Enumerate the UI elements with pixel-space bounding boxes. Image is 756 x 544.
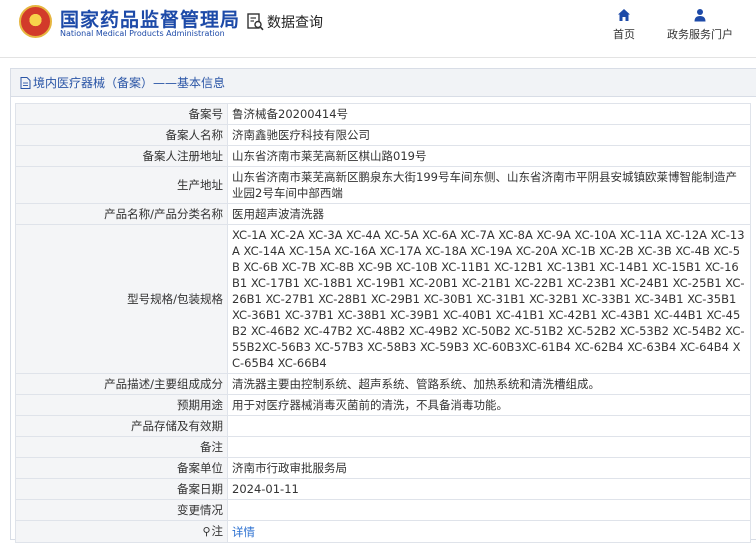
row-key: 备案单位 bbox=[15, 457, 228, 479]
row-value bbox=[227, 499, 751, 521]
nav-gov-label: 政务服务门户 bbox=[667, 28, 733, 41]
row-value: 2024-01-11 bbox=[227, 478, 751, 500]
nav-home[interactable]: 首页 bbox=[609, 8, 639, 42]
table-row: 备案单位 济南市行政审批服务局 bbox=[15, 457, 751, 479]
row-key: 型号规格/包装规格 bbox=[15, 224, 228, 374]
row-value: 医用超声波清洗器 bbox=[227, 203, 751, 225]
panel-header: 境内医疗器械（备案）——基本信息 bbox=[11, 69, 756, 97]
document-search-icon bbox=[247, 13, 264, 31]
table-row: 备案号 鲁济械备20200414号 bbox=[15, 103, 751, 125]
row-value: 用于对医疗器械消毒灭菌前的清洗，不具备消毒功能。 bbox=[227, 394, 751, 416]
detail-panel: 境内医疗器械（备案）——基本信息 备案号 鲁济械备20200414号 备案人名称… bbox=[10, 68, 756, 543]
data-query-link[interactable]: 数据查询 bbox=[247, 12, 323, 32]
table-row: 产品描述/主要组成成分 清洗器主要由控制系统、超声系统、管路系统、加热系统和清洗… bbox=[15, 373, 751, 395]
row-value bbox=[227, 436, 751, 458]
row-key: 注 bbox=[211, 524, 224, 538]
row-value: XC-1A XC-2A XC-3A XC-4A XC-5A XC-6A XC-7… bbox=[227, 224, 751, 374]
row-key: 备案人注册地址 bbox=[15, 145, 228, 167]
site-header: ★ 国家药品监督管理局 National Medical Products Ad… bbox=[0, 0, 756, 50]
site-title: 国家药品监督管理局 bbox=[60, 9, 241, 31]
table-row: 备案人注册地址 山东省济南市莱芜高新区棋山路019号 bbox=[15, 145, 751, 167]
table-row: 备案日期 2024-01-11 bbox=[15, 478, 751, 500]
table-row: 型号规格/包装规格 XC-1A XC-2A XC-3A XC-4A XC-5A … bbox=[15, 224, 751, 374]
row-key: 预期用途 bbox=[15, 394, 228, 416]
national-emblem-logo: ★ bbox=[19, 5, 52, 38]
panel-title: 境内医疗器械（备案）——基本信息 bbox=[33, 76, 226, 90]
nav-gov-services[interactable]: 政务服务门户 bbox=[660, 8, 740, 42]
row-value bbox=[227, 415, 751, 437]
row-value: 鲁济械备20200414号 bbox=[227, 103, 751, 125]
pin-icon: ⚲ bbox=[202, 525, 211, 538]
row-key: 备注 bbox=[15, 436, 228, 458]
row-key: 备案人名称 bbox=[15, 124, 228, 146]
header-divider bbox=[0, 57, 756, 58]
table-row: 变更情况 bbox=[15, 499, 751, 521]
site-title-en: National Medical Products Administration bbox=[60, 29, 225, 38]
details-link[interactable]: 详情 bbox=[232, 525, 255, 539]
table-row: 备注 bbox=[15, 436, 751, 458]
record-table: 备案号 鲁济械备20200414号 备案人名称 济南鑫驰医疗科技有限公司 备案人… bbox=[15, 103, 751, 543]
note-key: ⚲注 bbox=[15, 520, 228, 543]
table-row: 产品名称/产品分类名称 医用超声波清洗器 bbox=[15, 203, 751, 225]
row-key: 备案日期 bbox=[15, 478, 228, 500]
user-icon bbox=[694, 9, 706, 22]
nav-home-label: 首页 bbox=[613, 28, 635, 41]
row-value: 详情 bbox=[227, 520, 751, 543]
row-key: 产品存储及有效期 bbox=[15, 415, 228, 437]
table-row: ⚲注 详情 bbox=[15, 520, 751, 543]
row-key: 备案号 bbox=[15, 103, 228, 125]
table-row: 生产地址 山东省济南市莱芜高新区鹏泉东大街199号车间东侧、山东省济南市平阴县安… bbox=[15, 166, 751, 204]
row-value: 山东省济南市莱芜高新区鹏泉东大街199号车间东侧、山东省济南市平阴县安城镇欧莱博… bbox=[227, 166, 751, 204]
row-value: 济南市行政审批服务局 bbox=[227, 457, 751, 479]
row-key: 产品名称/产品分类名称 bbox=[15, 203, 228, 225]
table-row: 预期用途 用于对医疗器械消毒灭菌前的清洗，不具备消毒功能。 bbox=[15, 394, 751, 416]
data-query-label: 数据查询 bbox=[267, 15, 323, 31]
row-key: 产品描述/主要组成成分 bbox=[15, 373, 228, 395]
row-value: 济南鑫驰医疗科技有限公司 bbox=[227, 124, 751, 146]
table-row: 产品存储及有效期 bbox=[15, 415, 751, 437]
row-key: 变更情况 bbox=[15, 499, 228, 521]
row-value: 山东省济南市莱芜高新区棋山路019号 bbox=[227, 145, 751, 167]
table-row: 备案人名称 济南鑫驰医疗科技有限公司 bbox=[15, 124, 751, 146]
row-key: 生产地址 bbox=[15, 166, 228, 204]
home-icon bbox=[618, 9, 630, 21]
document-icon bbox=[20, 76, 31, 89]
row-value: 清洗器主要由控制系统、超声系统、管路系统、加热系统和清洗槽组成。 bbox=[227, 373, 751, 395]
